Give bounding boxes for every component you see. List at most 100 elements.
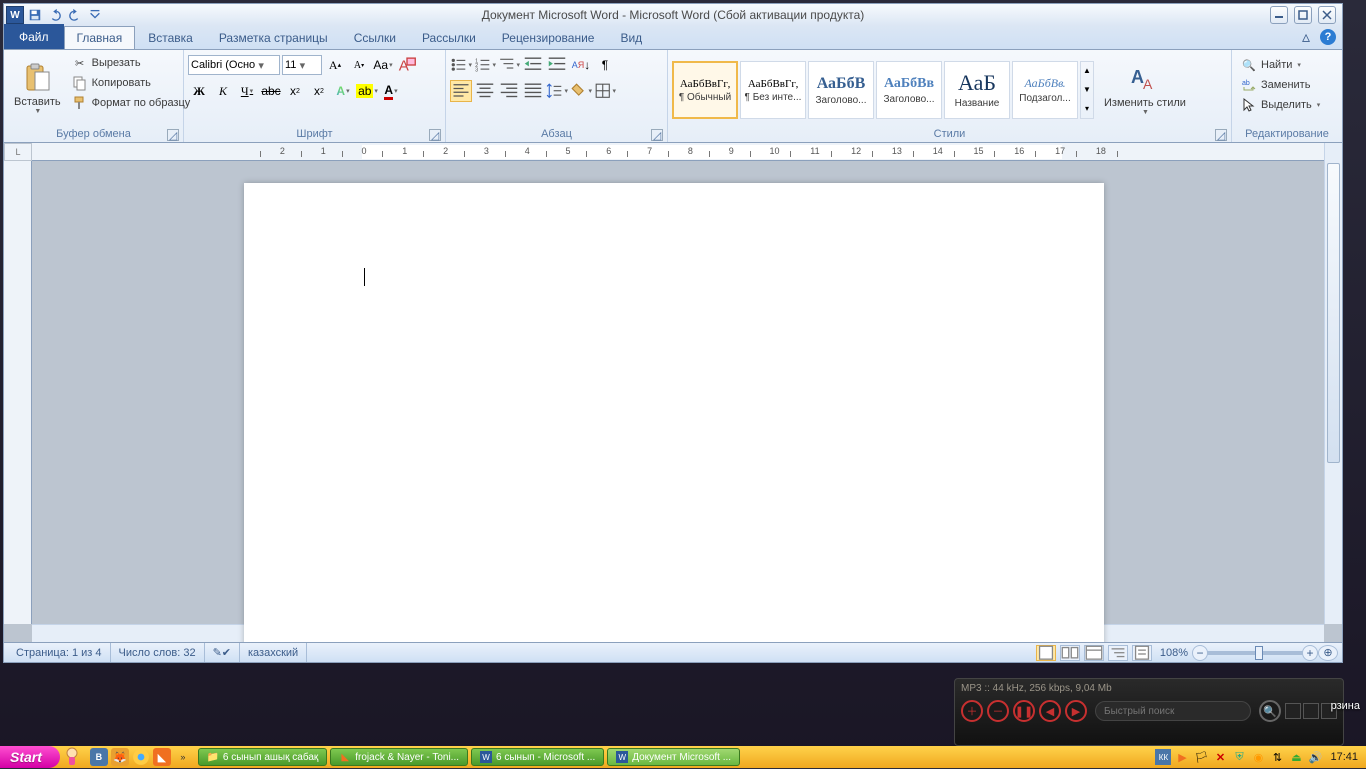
media-search-button[interactable]: 🔍 (1259, 700, 1281, 722)
ql-aimp-icon[interactable]: ◣ (153, 748, 171, 766)
tray-play-icon[interactable]: ▶ (1174, 749, 1190, 765)
media-stop-button[interactable]: － (987, 700, 1009, 722)
subscript-button[interactable]: x2 (284, 80, 306, 102)
document-page[interactable] (244, 183, 1104, 642)
format-painter-button[interactable]: Формат по образцу (69, 94, 194, 112)
media-prev-button[interactable]: ◀ (1039, 700, 1061, 722)
find-button[interactable]: 🔍Найти ▾ (1238, 56, 1323, 74)
ql-vk-icon[interactable]: B (90, 748, 108, 766)
styles-launcher[interactable]: ◿ (1215, 129, 1227, 141)
task-item-4[interactable]: WДокумент Microsoft ... (607, 748, 740, 766)
media-search-input[interactable] (1095, 701, 1251, 721)
media-eq-button[interactable] (1285, 703, 1301, 719)
tray-update-icon[interactable]: ◉ (1250, 749, 1266, 765)
start-button[interactable]: Start (0, 746, 60, 768)
cut-button[interactable]: ✂Вырезать (69, 54, 194, 72)
style-subtitle[interactable]: АаБбВв.Подзагол... (1012, 61, 1078, 119)
task-item-3[interactable]: W6 сынып - Microsoft ... (471, 748, 604, 766)
scrollbar-thumb[interactable] (1327, 163, 1340, 463)
tab-layout[interactable]: Разметка страницы (206, 26, 341, 49)
show-marks-button[interactable]: ¶ (594, 54, 616, 76)
tray-network-icon[interactable]: ⇅ (1269, 749, 1285, 765)
ql-expand-icon[interactable]: » (174, 748, 192, 766)
view-web[interactable] (1084, 645, 1104, 661)
align-center-button[interactable] (474, 80, 496, 102)
word-app-icon[interactable]: W (6, 6, 24, 24)
text-effects-button[interactable]: A▾ (332, 80, 354, 102)
tray-flag-icon[interactable]: 🏳 (1193, 749, 1209, 765)
superscript-button[interactable]: x2 (308, 80, 330, 102)
chevron-down-icon[interactable]: ▾ (296, 59, 308, 72)
select-button[interactable]: Выделить ▾ (1238, 96, 1323, 114)
multilevel-button[interactable]: ▾ (498, 54, 520, 76)
strikethrough-button[interactable]: abc (260, 80, 282, 102)
horizontal-ruler[interactable]: 012345678910111213141516171812 (32, 143, 1324, 161)
align-left-button[interactable] (450, 80, 472, 102)
redo-icon[interactable] (66, 6, 84, 24)
vertical-scrollbar[interactable] (1324, 143, 1342, 624)
borders-button[interactable]: ▾ (594, 80, 616, 102)
style-no-spacing[interactable]: АаБбВвГг,¶ Без инте... (740, 61, 806, 119)
vertical-ruler[interactable] (4, 161, 32, 624)
undo-icon[interactable] (46, 6, 64, 24)
tab-insert[interactable]: Вставка (135, 26, 206, 49)
task-item-1[interactable]: 📁6 сынып ашық сабақ (198, 748, 327, 766)
shrink-font-button[interactable]: A▾ (348, 54, 370, 76)
zoom-value[interactable]: 108% (1160, 647, 1188, 659)
zoom-handle[interactable] (1255, 646, 1263, 660)
tray-usb-icon[interactable]: ⏏ (1288, 749, 1304, 765)
tab-review[interactable]: Рецензирование (489, 26, 608, 49)
tab-mailings[interactable]: Рассылки (409, 26, 489, 49)
font-family-combo[interactable]: Calibri (Осно▾ (188, 55, 280, 75)
justify-button[interactable] (522, 80, 544, 102)
style-normal[interactable]: АаБбВвГг,¶ Обычный (672, 61, 738, 119)
zoom-out-button[interactable]: − (1192, 645, 1208, 661)
status-page[interactable]: Страница: 1 из 4 (8, 643, 111, 662)
gallery-up-button[interactable]: ▲ (1081, 62, 1093, 81)
media-pause-button[interactable]: ❚❚ (1013, 700, 1035, 722)
gallery-expand-button[interactable]: ▾ (1081, 99, 1093, 118)
close-button[interactable] (1318, 6, 1336, 24)
zoom-in-button[interactable]: + (1302, 645, 1318, 661)
gallery-down-button[interactable]: ▼ (1081, 80, 1093, 99)
font-launcher[interactable]: ◿ (429, 129, 441, 141)
view-reading[interactable] (1060, 645, 1080, 661)
clear-formatting-button[interactable]: A (396, 54, 418, 76)
view-draft[interactable] (1132, 645, 1152, 661)
copy-button[interactable]: Копировать (69, 74, 194, 92)
change-case-button[interactable]: Aa▾ (372, 54, 394, 76)
status-language[interactable]: казахский (240, 643, 307, 662)
numbering-button[interactable]: 123▾ (474, 54, 496, 76)
minimize-button[interactable] (1270, 6, 1288, 24)
zoom-fullscreen-button[interactable]: ⊕ (1318, 645, 1338, 661)
sort-button[interactable]: АЯ↓ (570, 54, 592, 76)
tray-shield-icon[interactable]: ⛨ (1231, 749, 1247, 765)
font-color-button[interactable]: A▾ (380, 80, 402, 102)
ql-chrome-icon[interactable] (132, 748, 150, 766)
tray-lang-icon[interactable]: КК (1155, 749, 1171, 765)
grow-font-button[interactable]: A▴ (324, 54, 346, 76)
tab-file[interactable]: Файл (4, 24, 64, 49)
decrease-indent-button[interactable] (522, 54, 544, 76)
ql-show-desktop-icon[interactable]: 🦊 (111, 748, 129, 766)
qat-customize-icon[interactable] (86, 6, 104, 24)
increase-indent-button[interactable] (546, 54, 568, 76)
tab-home[interactable]: Главная (64, 26, 136, 49)
media-record-button[interactable]: ＋ (961, 700, 983, 722)
replace-button[interactable]: abЗаменить (1238, 76, 1323, 94)
align-right-button[interactable] (498, 80, 520, 102)
change-styles-button[interactable]: AA Изменить стили▼ (1098, 58, 1192, 122)
paste-button[interactable]: Вставить▼ (8, 52, 67, 124)
bold-button[interactable]: Ж (188, 80, 210, 102)
maximize-button[interactable] (1294, 6, 1312, 24)
save-icon[interactable] (26, 6, 44, 24)
status-words[interactable]: Число слов: 32 (111, 643, 205, 662)
tray-x-icon[interactable]: ✕ (1212, 749, 1228, 765)
style-title[interactable]: АаБНазвание (944, 61, 1010, 119)
view-outline[interactable] (1108, 645, 1128, 661)
font-size-combo[interactable]: 11▾ (282, 55, 322, 75)
tab-view[interactable]: Вид (607, 26, 655, 49)
status-proofing[interactable]: ✎✔ (205, 643, 240, 662)
style-heading2[interactable]: АаБбВвЗаголово... (876, 61, 942, 119)
media-pl-button[interactable] (1303, 703, 1319, 719)
